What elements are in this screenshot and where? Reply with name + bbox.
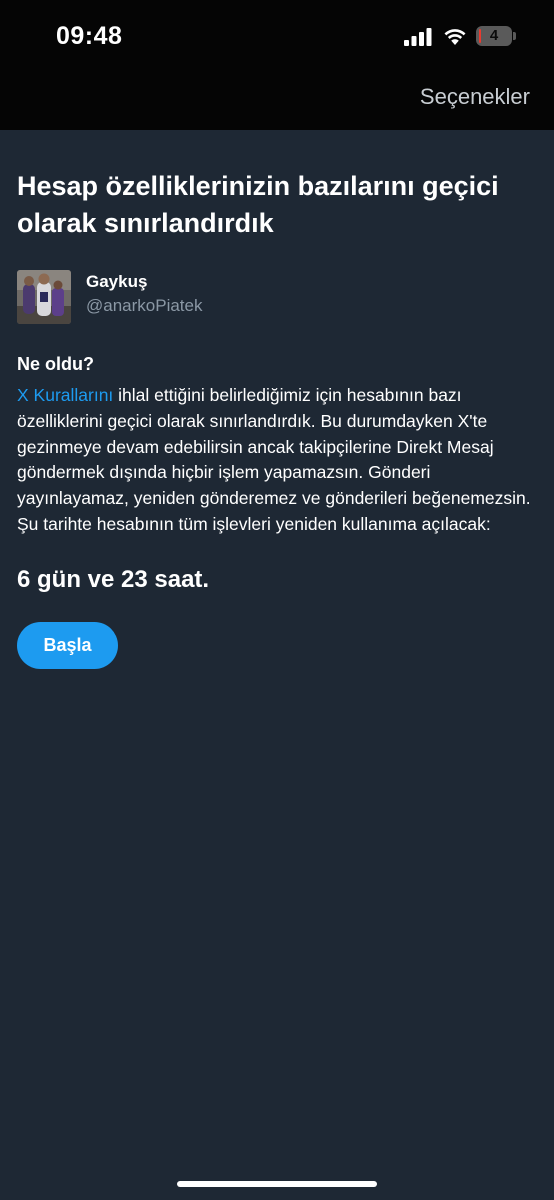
- status-time: 09:48: [56, 22, 123, 50]
- home-indicator[interactable]: [177, 1181, 377, 1187]
- cellular-signal-icon: [404, 28, 432, 46]
- restriction-notice: Hesap özelliklerinizin bazılarını geçici…: [17, 168, 539, 669]
- explanation-body: ihlal ettiğini belirlediğimiz için hesab…: [17, 385, 531, 534]
- avatar-image: [17, 270, 71, 324]
- avatar: [17, 270, 71, 324]
- start-button[interactable]: Başla: [17, 621, 118, 669]
- top-bar: 09:48 4 Seçenekler: [0, 0, 554, 130]
- account-name: Gaykuş: [86, 272, 148, 291]
- battery-tip: [513, 32, 516, 40]
- battery-percentage: 4: [489, 27, 499, 44]
- battery-icon: 4: [476, 26, 518, 46]
- wifi-icon: [444, 29, 466, 45]
- options-button[interactable]: Seçenekler: [420, 84, 530, 110]
- restriction-countdown: 6 gün ve 23 saat.: [17, 565, 210, 593]
- rules-link[interactable]: X Kurallarını: [17, 385, 113, 405]
- explanation-text: X Kurallarını ihlal ettiğini belirlediği…: [17, 383, 537, 538]
- account-info: Gaykuş @anarkoPiatek: [17, 270, 539, 326]
- page-title: Hesap özelliklerinizin bazılarını geçici…: [17, 171, 499, 238]
- section-heading: Ne oldu?: [17, 354, 94, 374]
- account-handle: @anarkoPiatek: [86, 296, 203, 315]
